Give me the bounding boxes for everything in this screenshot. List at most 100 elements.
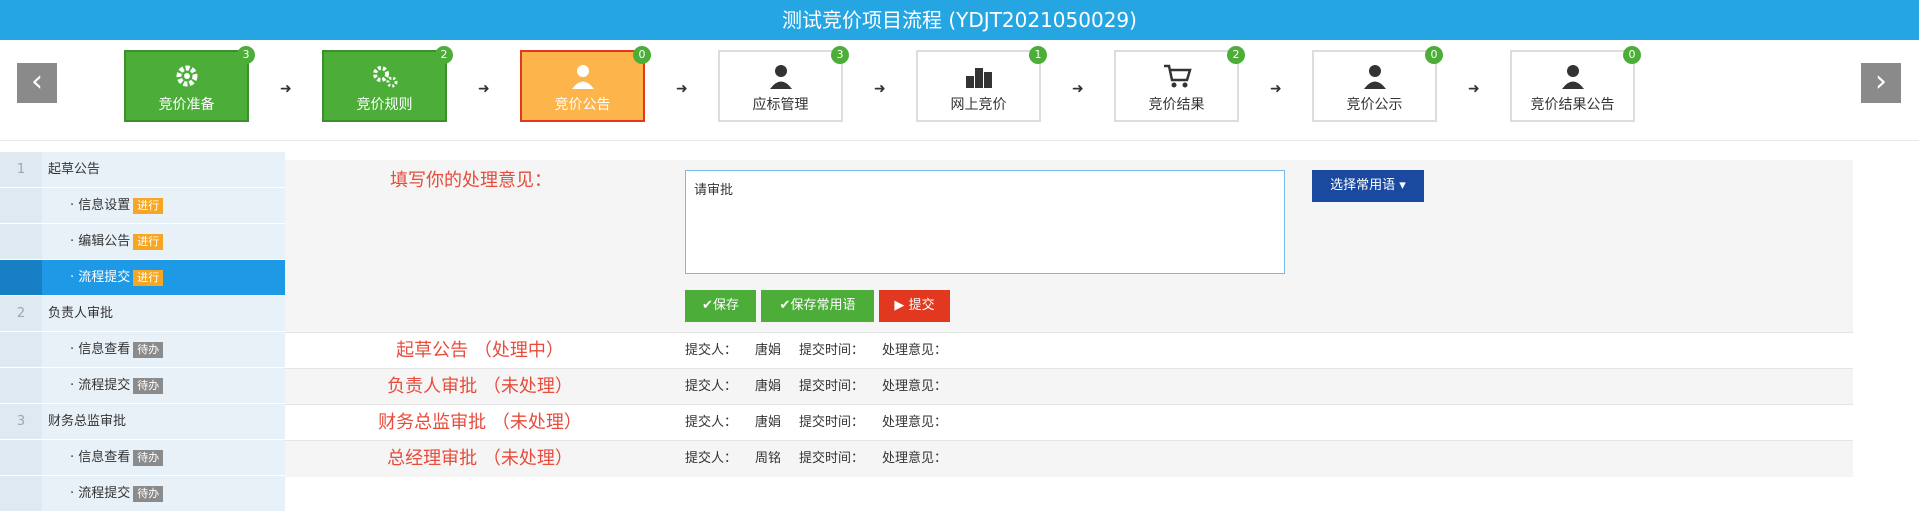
submit-button[interactable]: ▶ 提交 <box>879 290 950 322</box>
submitter-label: 提交人： <box>685 379 738 394</box>
status-badge: 进行 <box>133 197 164 214</box>
step-count-badge: 0 <box>1623 46 1641 64</box>
sidebar-item-process-submit[interactable]: · 流程提交 进行 <box>0 260 285 296</box>
step-progress-bar: ‹ › 竞价准备 3 ➜ 竞价规则 2 ➜ 竞价公告 0 ➜ 应标管理 3 ➜ … <box>0 40 1919 173</box>
opinion-label: 处理意见： <box>882 451 948 466</box>
stage-status: 财务总监审批 （未处理） <box>378 412 582 433</box>
status-badge: 进行 <box>133 233 164 250</box>
button-label: 提交 <box>908 298 935 313</box>
submit-time-label: 提交时间： <box>799 451 865 466</box>
step-label: 应标管理 <box>752 97 809 113</box>
arrow-right-icon: ➜ <box>1468 81 1480 97</box>
opinion-label: 填写你的处理意见： <box>390 170 552 191</box>
submit-time-label: 提交时间： <box>799 379 865 394</box>
arrow-right-icon: ➜ <box>280 81 292 97</box>
user-icon <box>1561 65 1584 89</box>
submitter-name: 唐娟 <box>755 379 782 394</box>
step-count-badge: 0 <box>1425 46 1443 64</box>
sidebar-group-draft-announcement[interactable]: 1 起草公告 <box>0 152 285 188</box>
step-label: 竞价准备 <box>158 97 215 113</box>
status-badge: 进行 <box>133 269 164 286</box>
history-row: 负责人审批 （未处理） 提交人： 唐娟 提交时间： 处理意见： <box>285 368 1853 405</box>
sidebar-item-label: · 信息查看 <box>70 450 131 465</box>
group-number: 3 <box>0 404 42 439</box>
submitter-label: 提交人： <box>685 451 738 466</box>
opinion-label: 处理意见： <box>882 415 948 430</box>
step-label: 竞价公告 <box>554 97 611 113</box>
submitter-name: 唐娟 <box>755 343 782 358</box>
arrow-right-icon: ➜ <box>874 81 886 97</box>
sidebar-item-label: · 信息查看 <box>70 342 131 357</box>
arrow-right-icon: ➜ <box>1072 81 1084 97</box>
step-count-badge: 0 <box>633 46 651 64</box>
sidebar-item-info-settings[interactable]: · 信息设置 进行 <box>0 188 285 224</box>
submit-time-label: 提交时间： <box>799 343 865 358</box>
stage-status: 负责人审批 （未处理） <box>387 376 573 397</box>
button-label: 选择常用语 <box>1330 178 1396 193</box>
save-common-phrase-button[interactable]: ✔保存常用语 <box>761 290 874 322</box>
step-label: 网上竞价 <box>950 97 1007 113</box>
opinion-form: 填写你的处理意见： 请审批 选择常用语 ▾ ✔保存 ✔保存常用语 ▶ 提交 <box>285 160 1853 332</box>
arrow-right-icon: ➜ <box>676 81 688 97</box>
page-title: 测试竞价项目流程 (YDJT2021050029) <box>0 0 1919 40</box>
sidebar-item-label: · 编辑公告 <box>70 234 131 249</box>
status-badge: 待办 <box>133 377 164 394</box>
sidebar-item-process-submit[interactable]: · 流程提交 待办 <box>0 368 285 404</box>
step-label: 竞价结果公告 <box>1530 97 1615 113</box>
submitter-label: 提交人： <box>685 343 738 358</box>
opinion-label: 处理意见： <box>882 379 948 394</box>
button-label: 保存 <box>712 298 739 313</box>
history-row: 财务总监审批 （未处理） 提交人： 唐娟 提交时间： 处理意见： <box>285 404 1853 441</box>
step-count-badge: 1 <box>1029 46 1047 64</box>
sidebar-item-label: · 流程提交 <box>70 270 131 285</box>
arrow-right-icon: ➜ <box>1270 81 1282 97</box>
sidebar-item-process-submit[interactable]: · 流程提交 待办 <box>0 476 285 512</box>
step-count-badge: 3 <box>237 46 255 64</box>
step-count-badge: 2 <box>1227 46 1245 64</box>
history-row: 起草公告 （处理中） 提交人： 唐娟 提交时间： 处理意见： <box>285 332 1853 369</box>
check-icon: ✔ <box>702 298 713 313</box>
sidebar-item-info-view[interactable]: · 信息查看 待办 <box>0 332 285 368</box>
sidebar-item-label: 起草公告 <box>48 162 101 177</box>
step-bid-rules[interactable]: 竞价规则 2 <box>322 46 453 122</box>
gears-icon <box>372 66 397 88</box>
step-label: 竞价规则 <box>356 97 413 113</box>
gear-icon <box>176 65 197 87</box>
prev-step-button[interactable]: ‹ <box>17 63 57 103</box>
sidebar-item-edit-announcement[interactable]: · 编辑公告 进行 <box>0 224 285 260</box>
sidebar-group-manager-approval[interactable]: 2 负责人审批 <box>0 296 285 332</box>
status-badge: 待办 <box>133 341 164 358</box>
button-label: 保存常用语 <box>790 298 856 313</box>
submitter-name: 唐娟 <box>755 415 782 430</box>
sidebar-item-label: · 流程提交 <box>70 486 131 501</box>
cart-icon <box>1163 64 1192 88</box>
step-online-bidding[interactable]: 网上竞价 1 <box>916 46 1047 122</box>
step-bid-publicity[interactable]: 竞价公示 0 <box>1312 46 1443 122</box>
select-common-phrase-button[interactable]: 选择常用语 ▾ <box>1312 170 1424 202</box>
sidebar-item-label: 负责人审批 <box>48 306 114 321</box>
save-button[interactable]: ✔保存 <box>685 290 756 322</box>
sidebar-item-info-view[interactable]: · 信息查看 待办 <box>0 440 285 476</box>
user-icon <box>769 65 792 89</box>
user-icon <box>571 65 594 89</box>
opinion-textarea[interactable]: 请审批 <box>685 170 1285 274</box>
step-bid-preparation[interactable]: 竞价准备 3 <box>124 46 255 122</box>
arrow-right-icon: ➜ <box>478 81 490 97</box>
sidebar-item-label: 财务总监审批 <box>48 414 127 429</box>
step-count-badge: 3 <box>831 46 849 64</box>
step-bid-result-announcement[interactable]: 竞价结果公告 0 <box>1510 46 1641 122</box>
sidebar-item-label: · 信息设置 <box>70 198 131 213</box>
step-bid-result[interactable]: 竞价结果 2 <box>1114 46 1245 122</box>
opinion-label: 处理意见： <box>882 343 948 358</box>
step-bid-response[interactable]: 应标管理 3 <box>718 46 849 122</box>
submitter-name: 周铭 <box>755 451 782 466</box>
group-number: 2 <box>0 296 42 331</box>
step-bid-announcement[interactable]: 竞价公告 0 <box>520 46 651 122</box>
step-count-badge: 2 <box>435 46 453 64</box>
stage-status: 总经理审批 （未处理） <box>387 448 573 469</box>
workflow-sidebar: 1 起草公告 · 信息设置 进行 · 编辑公告 进行 · 流程提交 进行 2 负责人审… <box>0 152 285 512</box>
submitter-label: 提交人： <box>685 415 738 430</box>
status-badge: 待办 <box>133 449 164 466</box>
sidebar-group-finance-approval[interactable]: 3 财务总监审批 <box>0 404 285 440</box>
next-step-button[interactable]: › <box>1861 63 1901 103</box>
